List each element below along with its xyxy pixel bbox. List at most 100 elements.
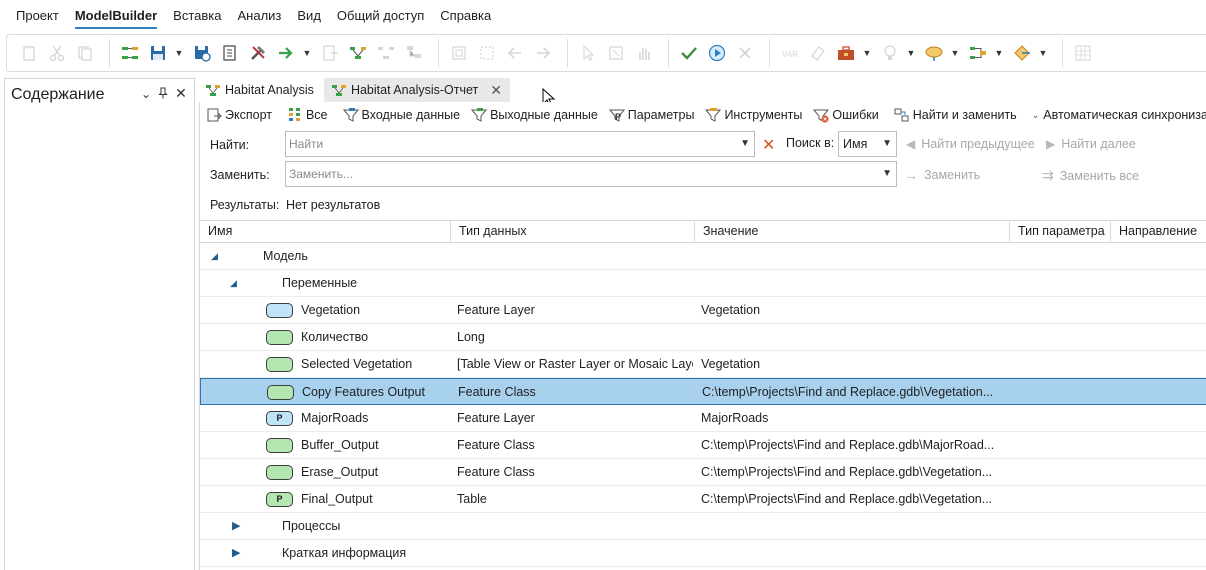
copy-icon[interactable] (73, 41, 97, 65)
run-arrow-icon[interactable] (274, 41, 298, 65)
filter-tools-button[interactable]: Инструменты (699, 107, 807, 123)
table-row[interactable]: P MajorRoads Feature Layer MajorRoads (200, 405, 1206, 432)
table-row[interactable]: Selected Vegetation [Table View or Raster… (200, 351, 1206, 378)
expand-arrow-icon[interactable]: ▶ (232, 540, 240, 566)
iterator-icon[interactable] (966, 41, 990, 65)
eraser-icon[interactable] (806, 41, 830, 65)
collapse-arrow-icon[interactable]: ◢ (211, 243, 218, 269)
tree-row-summary[interactable]: ▶ Краткая информация (200, 540, 1206, 567)
all-items-icon (288, 108, 300, 121)
tools-icon[interactable] (246, 41, 270, 65)
export-doc-icon[interactable] (318, 41, 342, 65)
run-dropdown-icon[interactable]: ▼ (302, 48, 312, 58)
filter-parameters-button[interactable]: P Параметры (603, 107, 700, 123)
find-previous-button[interactable]: ◀ Найти предыдущее (906, 137, 1035, 151)
iterator-dropdown-icon[interactable]: ▼ (994, 48, 1004, 58)
save-icon[interactable] (146, 41, 170, 65)
menu-help[interactable]: Справка (432, 1, 499, 31)
report-icon[interactable] (218, 41, 242, 65)
fit-icon[interactable] (447, 41, 471, 65)
expand-arrow-icon[interactable]: ▶ (232, 513, 240, 539)
chevron-down-icon[interactable]: ▼ (882, 162, 892, 186)
forward-icon[interactable] (531, 41, 555, 65)
tab-habitat-analysis-report[interactable]: Habitat Analysis-Отчет ✕ (323, 78, 510, 102)
menu-modelbuilder[interactable]: ModelBuilder (67, 1, 165, 31)
replace-button[interactable]: → Заменить (904, 167, 980, 183)
group-icon[interactable] (922, 41, 946, 65)
filter-all-button[interactable]: Все (281, 107, 333, 123)
chevron-down-icon[interactable]: ⌄ (139, 87, 153, 101)
column-header-datatype[interactable]: Тип данных (451, 221, 695, 242)
back-icon[interactable] (503, 41, 527, 65)
tree-row-processes[interactable]: ▶ Процессы (200, 513, 1206, 540)
toolbox-dropdown-icon[interactable]: ▼ (862, 48, 872, 58)
save-as-icon[interactable] (190, 41, 214, 65)
table-row[interactable]: P Final_Output Table C:\temp\Projects\Find … (200, 486, 1206, 513)
menu-share[interactable]: Общий доступ (329, 1, 432, 31)
lightbulb-dropdown-icon[interactable]: ▼ (906, 48, 916, 58)
validate-check-icon[interactable] (677, 41, 701, 65)
menu-insert[interactable]: Вставка (165, 1, 229, 31)
tree-row-model[interactable]: ◢ Модель (200, 243, 1206, 270)
pan-hand-icon[interactable] (632, 41, 656, 65)
table-row[interactable]: Vegetation Feature Layer Vegetation (200, 297, 1206, 324)
pin-icon[interactable] (156, 87, 170, 102)
stop-icon[interactable] (733, 41, 757, 65)
filter-inputs-button[interactable]: Входные данные (337, 107, 466, 123)
cut-icon[interactable] (45, 41, 69, 65)
save-dropdown-icon[interactable]: ▼ (174, 48, 184, 58)
export-button[interactable]: Экспорт (200, 107, 277, 123)
auto-layout-icon[interactable] (402, 41, 426, 65)
tools-filter-icon (705, 108, 722, 122)
replace-all-button[interactable]: ⇉ Заменить все (1042, 167, 1139, 184)
grid-icon[interactable] (1071, 41, 1095, 65)
replace-arrow-icon: → (904, 167, 918, 183)
collapse-arrow-icon[interactable]: ◢ (230, 270, 237, 296)
table-row[interactable]: Buffer_Output Feature Class C:\temp\Projec… (200, 432, 1206, 459)
replace-input[interactable]: Заменить... ▼ (285, 161, 897, 187)
model-icon (206, 85, 220, 96)
close-icon[interactable]: ✕ (490, 82, 502, 99)
menu-analysis[interactable]: Анализ (230, 1, 290, 31)
paste-icon[interactable] (17, 41, 41, 65)
model-icon[interactable] (118, 41, 142, 65)
select-cursor-icon[interactable] (576, 41, 600, 65)
filter-errors-button[interactable]: Ошибки (807, 107, 883, 123)
table-row[interactable]: Copy Features Output Feature Class C:\temp… (200, 378, 1206, 405)
logical-icon[interactable] (1010, 41, 1034, 65)
cell-value: C:\temp\Projects\Find and Replace.gdb\Ve… (701, 492, 993, 506)
group-dropdown-icon[interactable]: ▼ (950, 48, 960, 58)
menu-view[interactable]: Вид (289, 1, 329, 31)
close-icon[interactable]: ✕ (174, 85, 188, 102)
menu-project[interactable]: Проект (8, 1, 67, 31)
tree-row-variables[interactable]: ◢ Переменные (200, 270, 1206, 297)
column-header-name[interactable]: Имя (200, 221, 451, 242)
column-header-direction[interactable]: Направление (1111, 221, 1206, 242)
chevron-down-icon[interactable]: ▼ (740, 132, 750, 156)
variables-icon[interactable] (346, 41, 370, 65)
tab-label: Habitat Analysis (225, 83, 314, 97)
table-row[interactable]: Количество Long (200, 324, 1206, 351)
toolbar-separator (668, 39, 669, 67)
find-next-button[interactable]: ▶ Найти далее (1046, 137, 1136, 151)
filter-outputs-button[interactable]: Выходные данные (465, 107, 603, 123)
table-row[interactable]: Erase_Output Feature Class C:\temp\Project… (200, 459, 1206, 486)
find-input[interactable]: Найти ▼ (285, 131, 755, 157)
clear-icon[interactable]: ✕ (762, 135, 775, 155)
column-header-parameter-type[interactable]: Тип параметра (1010, 221, 1111, 242)
full-extent-icon[interactable] (475, 41, 499, 65)
logical-dropdown-icon[interactable]: ▼ (1038, 48, 1048, 58)
tab-habitat-analysis[interactable]: Habitat Analysis (198, 78, 322, 102)
column-header-value[interactable]: Значение (695, 221, 1010, 242)
toolbox-icon[interactable] (834, 41, 858, 65)
search-in-select[interactable]: Имя ▼ (838, 131, 897, 157)
lightbulb-icon[interactable] (878, 41, 902, 65)
run-play-icon[interactable] (705, 41, 729, 65)
layout-icon[interactable] (374, 41, 398, 65)
find-replace-button[interactable]: Найти и заменить (888, 107, 1022, 123)
autosync-button[interactable]: ⌄ Автоматическая синхронизация (1026, 108, 1206, 122)
output-data-icon (471, 108, 488, 122)
var-icon[interactable]: VAR (778, 41, 802, 65)
select-all-icon[interactable] (604, 41, 628, 65)
cell-datatype: Feature Class (458, 385, 536, 399)
